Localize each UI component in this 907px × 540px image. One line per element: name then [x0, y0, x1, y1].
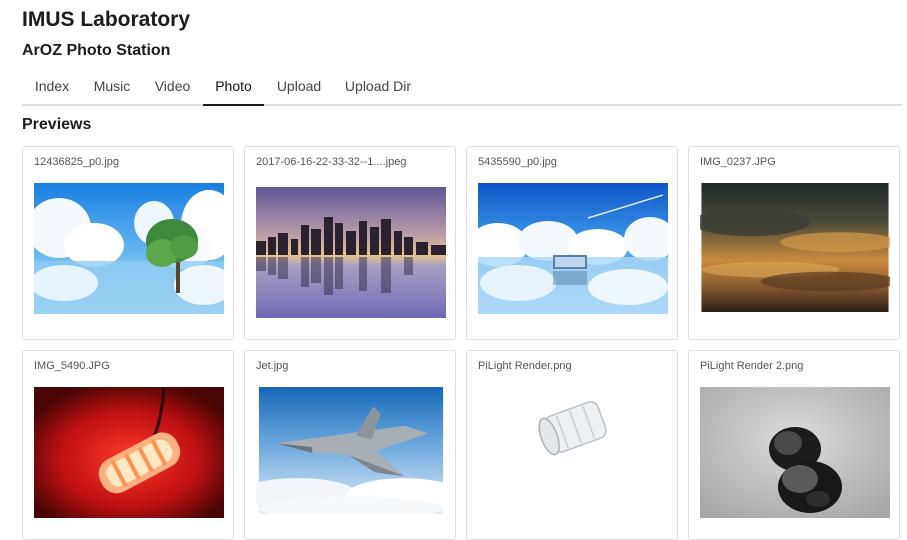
photo-card[interactable]: PiLight Render 2.png [688, 350, 900, 540]
tab-photo[interactable]: Photo [203, 70, 264, 106]
tab-bar: Index Music Video Photo Upload Upload Di… [22, 70, 902, 106]
app-subtitle: ArOZ Photo Station [22, 42, 171, 59]
app-title: IMUS Laboratory [22, 8, 191, 31]
photo-filename: IMG_0237.JPG [700, 156, 776, 168]
tab-upload-dir[interactable]: Upload Dir [334, 70, 422, 104]
photo-filename: 2017-06-16-22-33-32--1....jpeg [256, 156, 407, 168]
tab-music[interactable]: Music [82, 70, 142, 104]
photo-thumbnail [256, 387, 446, 514]
tab-upload[interactable]: Upload [264, 70, 334, 104]
tab-video[interactable]: Video [142, 70, 203, 104]
photo-thumbnail [478, 183, 668, 314]
photo-card[interactable]: IMG_5490.JPG [22, 350, 234, 540]
photo-card[interactable]: 5435590_p0.jpg [466, 146, 678, 340]
photo-card[interactable]: IMG_0237.JPG [688, 146, 900, 340]
photo-filename: IMG_5490.JPG [34, 360, 110, 372]
photo-filename: Jet.jpg [256, 360, 289, 372]
photo-filename: PiLight Render.png [478, 360, 572, 372]
photo-card[interactable]: Jet.jpg [244, 350, 456, 540]
photo-card[interactable]: PiLight Render.png [466, 350, 678, 540]
previews-heading: Previews [22, 116, 92, 133]
photo-thumbnail [256, 187, 446, 318]
photo-thumbnail [478, 387, 668, 518]
tab-index[interactable]: Index [22, 70, 82, 104]
photo-filename: PiLight Render 2.png [700, 360, 804, 372]
photo-thumbnail [34, 387, 224, 518]
photo-filename: 12436825_p0.jpg [34, 156, 120, 168]
photo-thumbnail [700, 183, 890, 312]
photo-filename: 5435590_p0.jpg [478, 156, 557, 168]
photo-card[interactable]: 2017-06-16-22-33-32--1....jpeg [244, 146, 456, 340]
photo-thumbnail [34, 183, 224, 314]
photo-thumbnail [700, 387, 890, 518]
photo-card[interactable]: 12436825_p0.jpg [22, 146, 234, 340]
